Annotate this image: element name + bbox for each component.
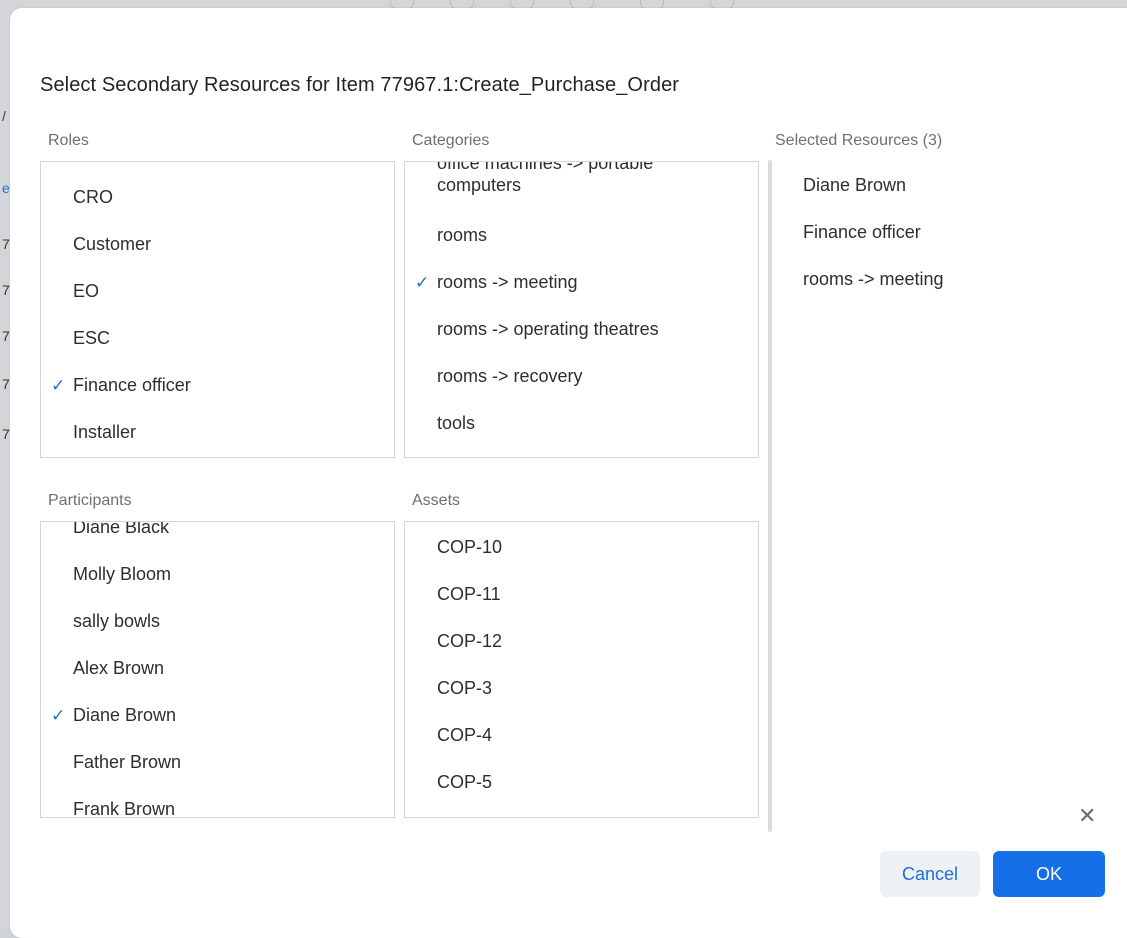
- ok-button[interactable]: OK: [993, 851, 1105, 897]
- roles-item-label: EO: [73, 281, 100, 301]
- categories-list-item[interactable]: office machines -> portable computers: [405, 161, 697, 212]
- roles-list-item[interactable]: CRO: [41, 174, 394, 221]
- selected-item[interactable]: rooms -> meeting: [803, 256, 944, 303]
- assets-label: Assets: [412, 492, 461, 509]
- roles-item-label: Finance officer: [73, 375, 191, 395]
- selected-item[interactable]: Finance officer: [803, 209, 944, 256]
- participants-list-item[interactable]: Diane Black: [41, 521, 394, 551]
- roles-list-item[interactable]: ✓ Finance officer: [41, 362, 394, 409]
- assets-item-label: COP-11: [437, 584, 501, 604]
- select-resources-dialog: Select Secondary Resources for Item 7796…: [10, 8, 1127, 938]
- categories-item-label: rooms -> operating theatres: [437, 319, 659, 339]
- selected-resources-list: Diane Brown Finance officer rooms -> mee…: [803, 162, 944, 303]
- assets-list[interactable]: COP-10 COP-11 COP-12 COP-3 COP-4 COP-5: [404, 521, 759, 818]
- participants-list-item[interactable]: Molly Bloom: [41, 551, 394, 598]
- categories-item-label: rooms -> meeting: [437, 272, 578, 292]
- checkmark-icon: ✓: [415, 273, 430, 292]
- roles-item-label: Customer: [73, 234, 152, 254]
- assets-item-label: COP-3: [437, 678, 493, 698]
- column-divider[interactable]: [768, 160, 772, 832]
- categories-item-label: tools: [437, 413, 476, 433]
- assets-list-item[interactable]: COP-11: [405, 571, 758, 618]
- assets-item-label: COP-10: [437, 537, 503, 557]
- assets-item-label: COP-5: [437, 772, 493, 792]
- categories-list-item[interactable]: ✓ rooms -> meeting: [405, 259, 758, 306]
- participants-label: Participants: [48, 492, 132, 509]
- assets-item-label: COP-12: [437, 631, 503, 651]
- categories-list-item[interactable]: rooms -> recovery: [405, 353, 758, 400]
- roles-item-label: ESC: [73, 328, 111, 348]
- categories-item-label: office machines -> portable computers: [437, 161, 654, 195]
- dialog-title: Select Secondary Resources for Item 7796…: [40, 74, 680, 96]
- roles-list-item[interactable]: Customer: [41, 221, 394, 268]
- participants-item-label: Molly Bloom: [73, 564, 172, 584]
- participants-item-label: sally bowls: [73, 611, 161, 631]
- selected-item[interactable]: Diane Brown: [803, 162, 944, 209]
- participants-list-item[interactable]: Father Brown: [41, 739, 394, 786]
- participants-list-item[interactable]: ✓ Diane Brown: [41, 692, 394, 739]
- categories-item-label: rooms: [437, 225, 488, 245]
- categories-list-item[interactable]: rooms -> operating theatres: [405, 306, 758, 353]
- participants-list-item[interactable]: Alex Brown: [41, 645, 394, 692]
- categories-list-item[interactable]: tools -> drills: [405, 447, 758, 457]
- categories-list-item[interactable]: rooms: [405, 212, 758, 259]
- categories-label: Categories: [412, 132, 490, 149]
- participants-item-label: Alex Brown: [73, 658, 165, 678]
- assets-list-item[interactable]: COP-4: [405, 712, 758, 759]
- assets-list-item[interactable]: COP-3: [405, 665, 758, 712]
- categories-list-item[interactable]: tools: [405, 400, 758, 447]
- participants-item-label: Frank Brown: [73, 799, 176, 818]
- roles-list-item[interactable]: EO: [41, 268, 394, 315]
- assets-item-label: COP-4: [437, 725, 493, 745]
- participants-list-item[interactable]: sally bowls: [41, 598, 394, 645]
- roles-list-item[interactable]: Installer: [41, 409, 394, 456]
- assets-list-item[interactable]: COP-10: [405, 524, 758, 571]
- assets-list-item[interactable]: COP-12: [405, 618, 758, 665]
- checkmark-icon: ✓: [51, 706, 66, 725]
- roles-list-item[interactable]: ESC: [41, 315, 394, 362]
- participants-item-label: Diane Brown: [73, 705, 177, 725]
- participants-item-label: Diane Black: [73, 521, 170, 537]
- roles-item-label: CRO: [73, 187, 113, 207]
- clear-selection-close-icon[interactable]: ✕: [1078, 805, 1096, 827]
- participants-list[interactable]: Diane Black Molly Bloom sally bowls Alex Br…: [40, 521, 395, 818]
- categories-item-label: rooms -> recovery: [437, 366, 583, 386]
- selected-resources-label: Selected Resources (3): [775, 132, 943, 149]
- roles-list[interactable]: CRO Customer EO ESC ✓ Finance officer Installe…: [40, 161, 395, 458]
- assets-list-item[interactable]: COP-5: [405, 759, 758, 806]
- participants-item-label: Father Brown: [73, 752, 182, 772]
- cancel-button[interactable]: Cancel: [880, 851, 980, 897]
- roles-label: Roles: [48, 132, 89, 149]
- categories-list[interactable]: office machines -> portable computers roo…: [404, 161, 759, 458]
- checkmark-icon: ✓: [51, 376, 66, 395]
- roles-item-label: Installer: [73, 422, 137, 442]
- participants-list-item[interactable]: Frank Brown: [41, 786, 394, 818]
